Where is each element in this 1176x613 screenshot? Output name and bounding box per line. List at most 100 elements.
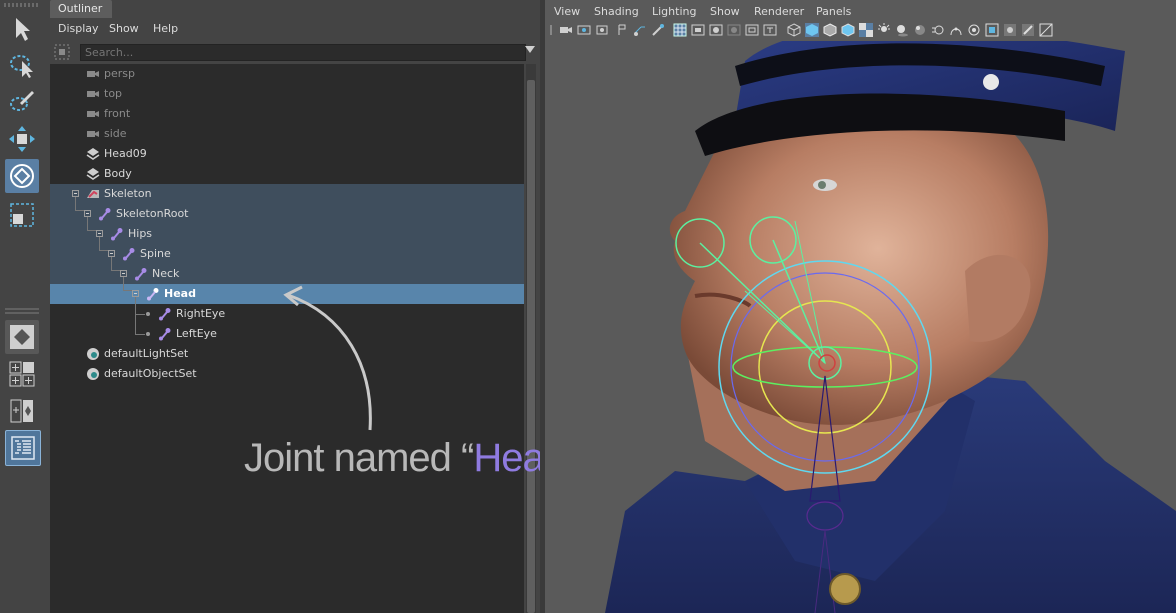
depth-of-field-icon[interactable] [967,23,981,37]
collapse-toggle[interactable] [108,250,115,257]
wireframe-on-shaded-icon[interactable] [823,23,837,37]
tree-label: Skeleton [104,187,152,200]
tree-label: RightEye [176,307,226,320]
collapse-toggle[interactable] [96,230,103,237]
mesh-icon [86,148,100,160]
resolution-gate-icon[interactable] [709,23,723,37]
isolate-select-icon[interactable] [985,23,999,37]
camera-icon [87,131,99,137]
viewport-menu-view[interactable]: View [554,5,580,18]
xray-icon[interactable] [1003,23,1017,37]
grid-icon[interactable] [673,23,687,37]
tree-row-side[interactable]: side [50,124,524,144]
shadows-icon[interactable] [895,23,909,37]
bookmark-icon[interactable] [595,23,609,37]
rotate-tool-icon[interactable] [5,159,39,193]
image-plane-icon[interactable] [615,23,629,37]
joint-icon [123,248,135,261]
two-pane-layout-icon[interactable] [5,394,39,428]
set-icon [87,348,99,360]
move-tool-icon[interactable] [5,122,39,156]
tree-row-neck[interactable]: Neck [50,264,524,284]
lasso-select-icon[interactable] [5,48,39,82]
field-chart-icon[interactable] [745,23,759,37]
wireframe-icon[interactable] [787,23,801,37]
tree-label: side [104,127,127,140]
tree-row-skeleton[interactable]: Skeleton [50,184,524,204]
select-arrow-icon[interactable] [5,12,39,46]
textured-icon[interactable] [841,23,855,37]
gate-mask-icon[interactable] [727,23,741,37]
chevron-down-icon[interactable] [525,46,535,53]
menu-show[interactable]: Show [109,22,139,35]
viewport-menu-renderer[interactable]: Renderer [754,5,804,18]
tree-line [123,277,124,290]
tree-line [99,250,108,251]
tree-label: SkeletonRoot [116,207,189,220]
viewport-menu-lighting[interactable]: Lighting [652,5,696,18]
cap-button [983,74,999,90]
tree-line [99,237,100,250]
four-pane-layout-icon[interactable] [5,357,39,391]
motion-blur-icon[interactable] [931,23,945,37]
viewport-menu-panels[interactable]: Panels [816,5,851,18]
tree-line [75,197,76,210]
annotation-caption: Joint named “Head” [244,436,578,481]
paint-select-icon[interactable] [5,84,39,118]
scrollbar-thumb[interactable] [527,80,535,613]
xray-joints-icon[interactable] [1021,23,1035,37]
tree-row-head09[interactable]: Head09 [50,144,524,164]
joint-icon [159,328,171,341]
grid-snap-icon[interactable] [633,23,647,37]
tree-label: Body [104,167,132,180]
tree-row-body[interactable]: Body [50,164,524,184]
outliner-scrollbar[interactable] [526,64,536,613]
tree-label: Head09 [104,147,147,160]
set-icon [87,368,99,380]
camera-attributes-icon[interactable] [577,23,591,37]
menu-help[interactable]: Help [153,22,178,35]
tree-row-hips[interactable]: Hips [50,224,524,244]
light-icon[interactable] [877,23,891,37]
single-pane-layout-icon[interactable] [5,320,39,354]
tree-row-front[interactable]: front [50,104,524,124]
collapse-toggle[interactable] [72,190,79,197]
outliner-panel: Outliner Display Show Help persp top fro… [44,0,578,613]
tree-label: Head [164,287,196,300]
collapse-toggle[interactable] [84,210,91,217]
collapse-toggle[interactable] [120,270,127,277]
outliner-tab[interactable]: Outliner [50,0,113,18]
outliner-layout-icon[interactable] [5,430,41,466]
uniform-button [829,573,861,605]
toolbox-grip[interactable] [4,3,40,7]
anti-aliasing-icon[interactable] [949,23,963,37]
backface-culling-icon[interactable] [1039,23,1053,37]
tree-row-top[interactable]: top [50,84,524,104]
viewport-menu-show[interactable]: Show [710,5,740,18]
safe-action-icon[interactable] [763,23,777,37]
tree-label: Hips [128,227,153,240]
collapse-toggle[interactable] [132,290,139,297]
search-input[interactable] [80,44,526,61]
film-gate-icon[interactable] [691,23,705,37]
menu-display[interactable]: Display [58,22,99,35]
joint-icon [147,288,159,301]
two-d-pan-icon[interactable] [651,23,665,37]
tree-label: LeftEye [176,327,217,340]
scale-tool-icon[interactable] [5,198,39,232]
tree-row-skeletonroot[interactable]: SkeletonRoot [50,204,524,224]
leaf-dot [146,332,150,336]
tree-line [75,210,84,211]
tree-label: defaultObjectSet [104,367,197,380]
ambient-occlusion-icon[interactable] [913,23,927,37]
viewport-panel[interactable]: View Shading Lighting Show Renderer Pane… [545,0,1176,613]
tree-row-persp[interactable]: persp [50,64,524,84]
joint-icon [135,268,147,281]
filter-icon[interactable] [54,44,70,60]
viewport-scene[interactable] [545,41,1176,613]
viewport-menu-shading[interactable]: Shading [594,5,639,18]
tree-row-spine[interactable]: Spine [50,244,524,264]
use-all-lights-icon[interactable] [859,23,873,37]
smooth-shade-icon[interactable] [805,23,819,37]
camera-icon[interactable] [559,23,573,37]
